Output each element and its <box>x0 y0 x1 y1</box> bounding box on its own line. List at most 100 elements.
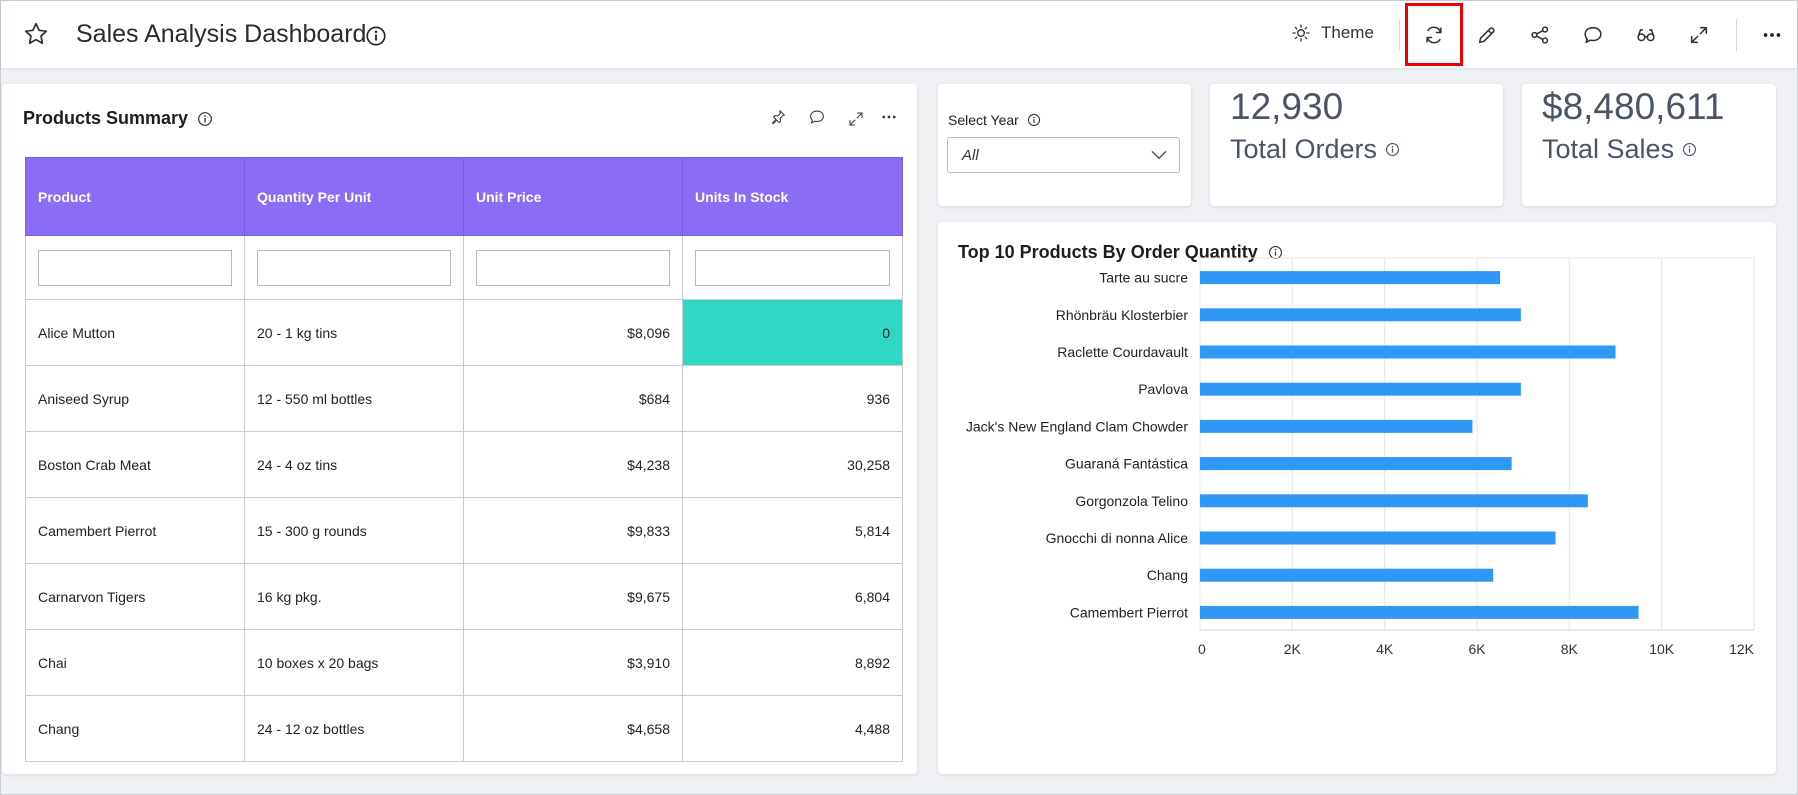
column-header-product[interactable]: Product <box>25 157 245 236</box>
table-row[interactable]: Camembert Pierrot 15 - 300 g rounds $9,8… <box>25 497 903 564</box>
cell-quantity: 15 - 300 g rounds <box>244 497 464 564</box>
total-orders-card: 12,930 Total Orders <box>1210 84 1503 206</box>
products-table: Product Quantity Per Unit Unit Price Uni… <box>25 157 903 762</box>
cell-price: $684 <box>463 365 683 432</box>
cell-quantity: 12 - 550 ml bottles <box>244 365 464 432</box>
filter-row <box>25 235 903 300</box>
table-row[interactable]: Aniseed Syrup 12 - 550 ml bottles $684 9… <box>25 365 903 432</box>
chart-bar <box>1200 382 1521 396</box>
comment-icon[interactable] <box>806 106 828 128</box>
cell-product: Aniseed Syrup <box>25 365 245 432</box>
expand-icon[interactable] <box>845 108 867 130</box>
cell-quantity: 20 - 1 kg tins <box>244 299 464 366</box>
chart-x-tick-label: 0 <box>1198 641 1206 657</box>
cell-price: $9,833 <box>463 497 683 564</box>
select-year-card: Select Year All <box>938 84 1191 206</box>
glasses-icon[interactable] <box>1632 21 1660 49</box>
table-row[interactable]: Chang 24 - 12 oz bottles $4,658 4,488 <box>25 695 903 762</box>
filter-cell <box>682 235 903 300</box>
chart-x-tick-label: 2K <box>1284 641 1302 657</box>
products-summary-title: Products Summary <box>23 108 189 128</box>
filter-input-product[interactable] <box>38 249 232 286</box>
header-divider-2 <box>1736 19 1737 51</box>
filter-cell <box>25 235 245 300</box>
star-icon[interactable] <box>23 21 49 47</box>
total-sales-label: Total Sales <box>1542 134 1675 164</box>
info-icon[interactable] <box>1682 142 1697 157</box>
pin-icon[interactable] <box>767 106 789 128</box>
cell-price: $9,675 <box>463 563 683 630</box>
column-header-quantity-per-unit[interactable]: Quantity Per Unit <box>244 157 464 236</box>
page-title: Sales Analysis Dashboard <box>76 20 367 48</box>
chart-x-tick-label: 6K <box>1468 641 1486 657</box>
pencil-icon[interactable] <box>1473 21 1501 49</box>
column-header-units-in-stock[interactable]: Units In Stock <box>682 157 903 236</box>
cell-quantity: 10 boxes x 20 bags <box>244 629 464 696</box>
info-icon[interactable] <box>1027 113 1041 127</box>
chart-bar <box>1200 605 1639 619</box>
comment-icon[interactable] <box>1579 21 1607 49</box>
chart-bar <box>1200 494 1588 508</box>
cell-stock: 0 <box>682 299 903 366</box>
chart-category-label: Chang <box>1147 567 1188 583</box>
chart-category-label: Rhönbräu Klosterbier <box>1056 307 1189 323</box>
total-sales-value: $8,480,611 <box>1542 86 1725 127</box>
header-divider <box>1399 19 1400 51</box>
chart-bar <box>1200 419 1473 433</box>
table-row[interactable]: Alice Mutton 20 - 1 kg tins $8,096 0 <box>25 299 903 366</box>
filter-input-quantity-per-unit[interactable] <box>257 249 451 286</box>
column-header-unit-price[interactable]: Unit Price <box>463 157 683 236</box>
expand-icon[interactable] <box>1685 21 1713 49</box>
cell-quantity: 24 - 4 oz tins <box>244 431 464 498</box>
cell-stock: 5,814 <box>682 497 903 564</box>
chart-category-label: Gnocchi di nonna Alice <box>1046 530 1189 546</box>
table-row[interactable]: Boston Crab Meat 24 - 4 oz tins $4,238 3… <box>25 431 903 498</box>
cell-stock: 6,804 <box>682 563 903 630</box>
cell-stock: 30,258 <box>682 431 903 498</box>
chart-category-label: Gorgonzola Telino <box>1075 493 1188 509</box>
cell-stock: 4,488 <box>682 695 903 762</box>
chart-bar <box>1200 457 1512 471</box>
cell-product: Camembert Pierrot <box>25 497 245 564</box>
filter-cell <box>463 235 683 300</box>
chart-bar <box>1200 271 1501 285</box>
chart-bar <box>1200 345 1616 359</box>
top-products-chart-card: Top 10 Products By Order Quantity 0 2K 4K 6… <box>938 222 1776 774</box>
dashboard-header: Sales Analysis Dashboard Theme <box>1 1 1797 68</box>
products-summary-card: Products Summary Product Quantity Per Un… <box>2 84 917 774</box>
chart-bar <box>1200 531 1556 545</box>
cell-quantity: 16 kg pkg. <box>244 563 464 630</box>
cell-product: Chang <box>25 695 245 762</box>
bar-chart: 0 2K 4K 6K 8K 10K 12K Tarte au sucre Rhönbräu Kl… <box>966 257 1755 657</box>
more-icon[interactable] <box>878 106 900 128</box>
total-orders-value: 12,930 <box>1230 86 1344 127</box>
share-icon[interactable] <box>1526 21 1554 49</box>
chart-x-tick-label: 4K <box>1376 641 1394 657</box>
chart-x-tick-label: 12K <box>1729 641 1755 657</box>
filter-input-units-in-stock[interactable] <box>695 249 890 286</box>
table-row[interactable]: Chai 10 boxes x 20 bags $3,910 8,892 <box>25 629 903 696</box>
select-year-label: Select Year <box>948 112 1019 128</box>
chart-x-tick-label: 10K <box>1649 641 1675 657</box>
chart-bar <box>1200 568 1494 582</box>
chart-category-label: Raclette Courdavault <box>1057 344 1188 360</box>
refresh-icon[interactable] <box>1420 21 1448 49</box>
more-icon[interactable] <box>1758 21 1786 49</box>
chart-bar <box>1200 308 1521 322</box>
info-icon[interactable] <box>1385 142 1400 157</box>
chevron-down-icon <box>1151 151 1167 159</box>
info-icon[interactable] <box>197 111 213 127</box>
cell-stock: 8,892 <box>682 629 903 696</box>
total-sales-card: $8,480,611 Total Sales <box>1522 84 1776 206</box>
cell-product: Alice Mutton <box>25 299 245 366</box>
filter-cell <box>244 235 464 300</box>
filter-input-unit-price[interactable] <box>476 249 670 286</box>
cell-price: $8,096 <box>463 299 683 366</box>
theme-button[interactable]: Theme <box>1291 23 1374 43</box>
chart-category-label: Guaraná Fantástica <box>1065 456 1188 472</box>
info-icon[interactable] <box>365 25 387 47</box>
cell-price: $3,910 <box>463 629 683 696</box>
table-row[interactable]: Carnarvon Tigers 16 kg pkg. $9,675 6,804 <box>25 563 903 630</box>
year-select-dropdown[interactable]: All <box>947 137 1180 173</box>
chart-category-label: Tarte au sucre <box>1099 270 1188 286</box>
